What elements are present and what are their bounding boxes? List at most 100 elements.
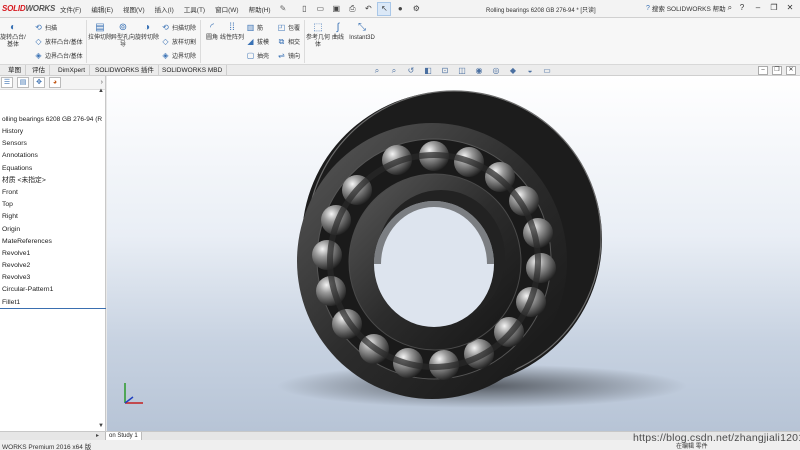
feature-tree-tab-icon[interactable]: ☰ [1,77,13,88]
undo-icon[interactable]: ↶ [361,2,375,16]
panel-expand-icon[interactable]: › [101,79,103,86]
graphics-area[interactable] [107,76,800,431]
tree-item-right-plane[interactable]: Right [0,211,106,223]
help-icon: ? [646,4,650,12]
logo-main: SOLID [2,4,26,13]
wrap-icon: ◰ [277,23,286,32]
property-manager-tab-icon[interactable]: ▤ [17,77,29,88]
restore-icon[interactable]: ❐ [768,2,780,14]
mirror-button[interactable]: ⇌ 镜向 [277,50,300,61]
edit-appearance-icon[interactable]: ◆ [506,66,520,75]
zoom-area-icon[interactable]: ⌕ [387,66,401,76]
swept-cut-button[interactable]: ⟲ 扫描切除 [161,22,196,33]
tree-root[interactable]: olling bearings 6208 GB 276-94 (R [2,116,102,123]
revolved-cut-button[interactable]: ◑ 旋转切除 [134,22,160,42]
tree-item-annotations[interactable]: Annotations [0,150,106,162]
intersect-button[interactable]: ⧉ 相交 [277,36,300,47]
sweep-button[interactable]: ⟲ 扫描 [34,22,57,33]
menu-help[interactable]: 帮助(H) [244,4,276,14]
view-orientation-icon[interactable]: ◫ [455,66,469,75]
hide-show-icon[interactable]: ◎ [489,66,503,75]
draft-button[interactable]: ◢ 拔模 [246,36,269,47]
print-icon[interactable]: ⎙ [345,2,359,16]
document-window-controls: – ❐ ✕ [758,65,796,76]
tree-item-front-plane[interactable]: Front [0,187,106,199]
revolve-boss-button[interactable]: ◐ 旋转凸台/基体 [0,22,26,49]
logo-accent: WORKS [25,4,56,13]
help-menu-icon[interactable]: ? [736,2,748,14]
tree-item-material[interactable]: 材质 <未指定> [0,175,106,187]
doc-minimize-icon[interactable]: – [758,66,768,75]
linear-pattern-button[interactable]: ⁞⁞ 线性阵列 [219,22,245,42]
swept-cut-icon: ⟲ [162,23,169,32]
menu-edit[interactable]: 编辑(E) [86,4,118,14]
dynamic-annotation-icon[interactable]: ⊡ [438,66,452,75]
menu-view[interactable]: 视图(V) [118,4,150,14]
app-logo[interactable]: SOLIDWORKS [0,4,55,13]
search-icon[interactable]: ⌕ [728,3,732,13]
tab-evaluate[interactable]: 评估 [28,65,50,76]
tree-item-circular-pattern1[interactable]: Circular-Pattern1 [0,284,106,296]
configuration-tab-icon[interactable]: ✥ [33,77,45,88]
title-bar: SOLIDWORKS 文件(F) 编辑(E) 视图(V) 插入(I) 工具(T)… [0,0,800,18]
bearing-model[interactable] [107,76,800,431]
pin-icon[interactable]: ✎ [276,4,291,13]
zoom-fit-icon[interactable]: ⌕ [370,66,384,76]
tab-mbd[interactable]: SOLIDWORKS MBD [158,65,228,76]
tab-dimxpert[interactable]: DimXpert [54,65,91,76]
curves-icon: ∫ [336,22,340,33]
hole-wizard-button[interactable]: ⊚ 异型孔向导 [110,22,136,49]
lofted-cut-button[interactable]: ◇ 放样切割 [161,36,196,47]
boundary-cut-button[interactable]: ◈ 边界切除 [161,50,196,61]
menu-insert[interactable]: 插入(I) [150,4,179,14]
new-icon[interactable]: ▯ [297,2,311,16]
scene-icon[interactable]: ◒ [523,66,537,75]
menu-file[interactable]: 文件(F) [55,4,86,14]
section-view-icon[interactable]: ◧ [421,66,435,75]
tree-item-revolve3[interactable]: Revolve3 [0,272,106,284]
lofted-cut-label: 放样切割 [172,40,197,46]
close-icon[interactable]: ✕ [784,2,796,14]
boundary-boss-button[interactable]: ◈ 边界凸台/基体 [34,50,82,61]
tree-item-revolve2[interactable]: Revolve2 [0,260,106,272]
instant3d-button[interactable]: ⤡ Instant3D [346,22,378,42]
axis-triad [124,383,143,404]
save-icon[interactable]: ▣ [329,2,343,16]
tree-item-sensors[interactable]: Sensors [0,138,106,150]
previous-view-icon[interactable]: ↺ [404,66,418,75]
tree-item-revolve1[interactable]: Revolve1 [0,248,106,260]
tree-item-fillet1[interactable]: Fillet1 [0,297,106,309]
doc-close-icon[interactable]: ✕ [786,66,796,75]
tree-item-mate-references[interactable]: MateReferences [0,236,106,248]
shell-button[interactable]: ▢ 抽壳 [246,50,269,61]
display-style-icon[interactable]: ◉ [472,66,486,75]
command-tabs: 草图 评估 DimXpert SOLIDWORKS 插件 SOLIDWORKS … [0,65,800,76]
open-icon[interactable]: ▭ [313,2,327,16]
rebuild-icon[interactable]: ● [393,2,407,16]
minimize-icon[interactable]: – [752,2,764,14]
wrap-button[interactable]: ◰ 包覆 [277,22,300,33]
menu-tools[interactable]: 工具(T) [179,4,210,14]
doc-restore-icon[interactable]: ❐ [772,66,782,75]
tab-addins[interactable]: SOLIDWORKS 插件 [91,65,159,76]
scroll-down-icon[interactable]: ▼ [98,423,104,429]
revolve-boss-icon: ◐ [9,22,17,33]
options-icon[interactable]: ⚙ [409,2,423,16]
tree-item-equations[interactable]: Equations [0,163,106,175]
select-icon[interactable]: ↖ [377,1,392,16]
document-title: Rolling bearings 6208 GB 276-94 * [只读] [486,8,596,14]
display-manager-tab-icon[interactable]: ◕ [49,77,61,88]
sweep-icon: ⟲ [35,23,42,32]
help-search[interactable]: ? 搜索 SOLIDWORKS 帮助 ⌕ [646,3,732,13]
draft-icon: ◢ [247,37,254,46]
scroll-up-icon[interactable]: ▲ [98,88,104,94]
tree-item-origin[interactable]: Origin [0,224,106,236]
linear-pattern-label: 线性阵列 [219,35,244,41]
tree-item-top-plane[interactable]: Top [0,199,106,211]
tab-sketch[interactable]: 草图 [4,65,26,76]
view-settings-icon[interactable]: ▭ [540,66,554,75]
rib-button[interactable]: ▥ 筋 [246,22,263,33]
tree-item-history[interactable]: History [0,126,106,138]
menu-window[interactable]: 窗口(W) [210,4,243,14]
loft-button[interactable]: ◇ 放样凸台/基体 [34,36,82,47]
